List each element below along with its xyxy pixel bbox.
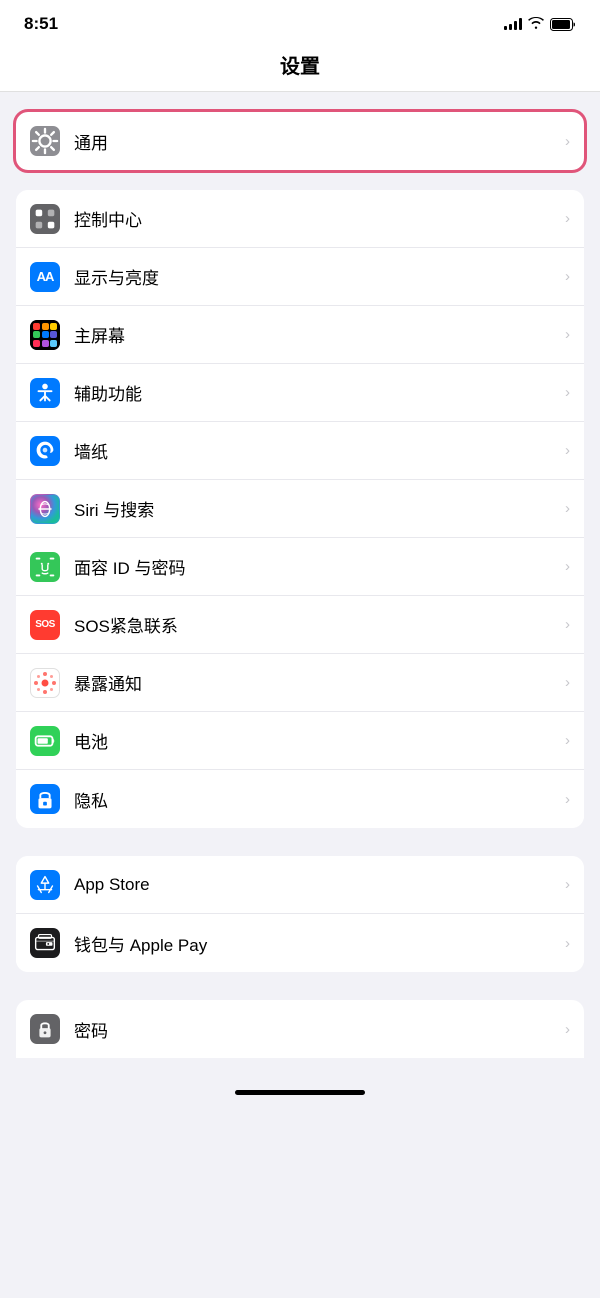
general-icon — [30, 126, 60, 156]
faceid-chevron: › — [565, 558, 570, 575]
display-chevron: › — [565, 268, 570, 285]
settings-row-siri[interactable]: Siri 与搜索 › — [16, 480, 584, 538]
status-time: 8:51 — [24, 14, 58, 34]
settings-row-faceid[interactable]: 面容 ID 与密码 › — [16, 538, 584, 596]
wallpaper-label: 墙纸 — [74, 438, 559, 463]
homescreen-label: 主屏幕 — [74, 322, 559, 347]
battery-icon — [550, 18, 576, 31]
exposure-chevron: › — [565, 674, 570, 691]
siri-label: Siri 与搜索 — [74, 496, 559, 521]
status-bar: 8:51 — [0, 0, 600, 42]
settings-row-sos[interactable]: SOS SOS紧急联系 › — [16, 596, 584, 654]
page-title: 设置 — [0, 50, 600, 79]
privacy-icon — [30, 784, 60, 814]
accessibility-label: 辅助功能 — [74, 380, 559, 405]
settings-group-1: 控制中心 › AA 显示与亮度 › 主屏幕 › — [16, 190, 584, 828]
privacy-label: 隐私 — [74, 787, 559, 812]
battery-label: 电池 — [74, 728, 559, 753]
general-label: 通用 — [74, 129, 559, 154]
settings-row-homescreen[interactable]: 主屏幕 › — [16, 306, 584, 364]
settings-row-accessibility[interactable]: 辅助功能 › — [16, 364, 584, 422]
home-indicator-bar — [235, 1090, 365, 1095]
homescreen-chevron: › — [565, 326, 570, 343]
wallpaper-icon — [30, 436, 60, 466]
control-center-chevron: › — [565, 210, 570, 227]
appstore-label: App Store — [74, 875, 559, 895]
siri-icon — [30, 494, 60, 524]
siri-chevron: › — [565, 500, 570, 517]
highlighted-group: 通用 › — [16, 112, 584, 170]
exposure-label: 暴露通知 — [74, 670, 559, 695]
wallet-icon — [30, 928, 60, 958]
sos-chevron: › — [565, 616, 570, 633]
display-icon: AA — [30, 262, 60, 292]
password-label: 密码 — [74, 1017, 559, 1042]
battery-chevron: › — [565, 732, 570, 749]
settings-row-exposure[interactable]: 暴露通知 › — [16, 654, 584, 712]
appstore-chevron: › — [565, 876, 570, 893]
wifi-icon — [528, 17, 544, 31]
display-label: 显示与亮度 — [74, 264, 559, 289]
settings-group-3: 密码 › — [16, 1000, 584, 1058]
settings-row-wallet[interactable]: 钱包与 Apple Pay › — [16, 914, 584, 972]
faceid-icon — [30, 552, 60, 582]
password-chevron: › — [565, 1021, 570, 1038]
wallet-chevron: › — [565, 935, 570, 952]
settings-row-general[interactable]: 通用 › — [16, 112, 584, 170]
control-center-label: 控制中心 — [74, 206, 559, 231]
settings-group-2: App Store › 钱包与 Apple Pay › — [16, 856, 584, 972]
homescreen-icon — [30, 320, 60, 350]
settings-row-battery[interactable]: 电池 › — [16, 712, 584, 770]
status-icons — [504, 17, 576, 31]
signal-icon — [504, 18, 522, 30]
accessibility-chevron: › — [565, 384, 570, 401]
home-indicator — [0, 1078, 600, 1103]
appstore-icon — [30, 870, 60, 900]
general-chevron: › — [565, 133, 570, 150]
settings-row-privacy[interactable]: 隐私 › — [16, 770, 584, 828]
control-center-icon — [30, 204, 60, 234]
sos-icon: SOS — [30, 610, 60, 640]
page-title-bar: 设置 — [0, 42, 600, 92]
exposure-icon — [30, 668, 60, 698]
sos-label: SOS紧急联系 — [74, 612, 559, 637]
password-icon — [30, 1014, 60, 1044]
faceid-label: 面容 ID 与密码 — [74, 554, 559, 579]
settings-row-control-center[interactable]: 控制中心 › — [16, 190, 584, 248]
settings-row-password[interactable]: 密码 › — [16, 1000, 584, 1058]
wallet-label: 钱包与 Apple Pay — [74, 931, 559, 956]
settings-row-display[interactable]: AA 显示与亮度 › — [16, 248, 584, 306]
settings-row-appstore[interactable]: App Store › — [16, 856, 584, 914]
settings-row-wallpaper[interactable]: 墙纸 › — [16, 422, 584, 480]
battery-settings-icon — [30, 726, 60, 756]
accessibility-icon — [30, 378, 60, 408]
privacy-chevron: › — [565, 791, 570, 808]
wallpaper-chevron: › — [565, 442, 570, 459]
